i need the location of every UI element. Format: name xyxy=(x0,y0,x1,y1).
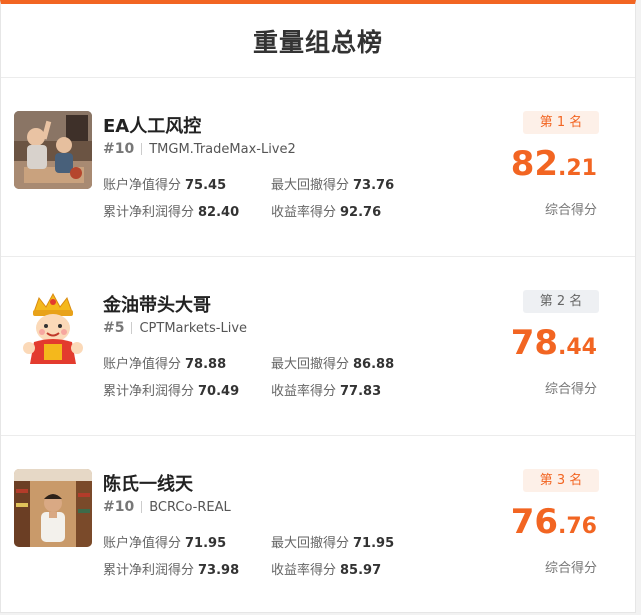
leaderboard-header: 重量组总榜 xyxy=(1,4,635,78)
rank-badge: 第 1 名 xyxy=(523,111,599,134)
trader-name[interactable]: EA人工风控 xyxy=(103,112,201,138)
stat-value: 77.83 xyxy=(340,384,382,399)
score-label: 综合得分 xyxy=(544,203,597,218)
profit-score: 累计净利润得分 73.98 xyxy=(103,559,239,578)
score-integer: 82 xyxy=(510,144,559,184)
score-decimal: 44 xyxy=(566,335,597,360)
trader-meta: #5 CPTMarkets-Live xyxy=(103,320,247,336)
stat-label: 账户净值得分 xyxy=(103,357,182,372)
trader-meta: #10 BCRCo-REAL xyxy=(103,499,231,515)
trader-name[interactable]: 陈氏一线天 xyxy=(103,470,193,496)
rank-badge: 第 2 名 xyxy=(523,290,599,313)
divider xyxy=(141,143,143,155)
profit-score: 累计净利润得分 82.40 xyxy=(103,201,239,220)
stat-label: 账户净值得分 xyxy=(103,178,182,193)
divider xyxy=(141,501,143,513)
stat-label: 最大回撤得分 xyxy=(271,357,350,372)
drawdown-score: 最大回撤得分 71.95 xyxy=(271,532,394,551)
trader-meta: #10 TMGM.TradeMax-Live2 xyxy=(103,141,296,157)
score-label: 综合得分 xyxy=(544,382,597,397)
divider xyxy=(131,322,133,334)
stat-value: 75.45 xyxy=(185,178,227,193)
stat-label: 收益率得分 xyxy=(271,563,337,578)
stat-value: 82.40 xyxy=(198,205,240,220)
return-score: 收益率得分 77.83 xyxy=(271,380,381,399)
list-item[interactable]: 陈氏一线天 #10 BCRCo-REAL 账户净值得分 71.95 最大回撤得分 7… xyxy=(1,436,635,612)
score-label: 综合得分 xyxy=(544,561,597,576)
stat-label: 收益率得分 xyxy=(271,384,337,399)
avatar[interactable] xyxy=(14,111,92,189)
broker-name: BCRCo-REAL xyxy=(149,499,231,515)
list-item[interactable]: 金油带头大哥 #5 CPTMarkets-Live 账户净值得分 78.88 最大… xyxy=(1,257,635,436)
stat-label: 收益率得分 xyxy=(271,205,337,220)
return-score: 收益率得分 85.97 xyxy=(271,559,381,578)
stat-value: 70.49 xyxy=(198,384,240,399)
stat-value: 71.95 xyxy=(185,536,227,551)
equity-score: 账户净值得分 75.45 xyxy=(103,174,226,193)
stat-label: 累计净利润得分 xyxy=(103,563,195,578)
stat-value: 92.76 xyxy=(340,205,382,220)
stat-value: 71.95 xyxy=(353,536,395,551)
stat-label: 最大回撤得分 xyxy=(271,536,350,551)
rank-number: #5 xyxy=(103,320,125,336)
broker-name: CPTMarkets-Live xyxy=(139,320,248,336)
trader-name[interactable]: 金油带头大哥 xyxy=(103,291,211,317)
total-score: 82.21 xyxy=(510,144,597,184)
equity-score: 账户净值得分 71.95 xyxy=(103,532,226,551)
rank-number: #10 xyxy=(103,141,135,157)
rank-number: #10 xyxy=(103,499,135,515)
stat-label: 累计净利润得分 xyxy=(103,205,195,220)
leaderboard-panel: 重量组总榜 EA人工风控 #10 TMGM.TradeMax-Live2 账户净… xyxy=(0,0,636,613)
equity-score: 账户净值得分 78.88 xyxy=(103,353,226,372)
score-integer: 78 xyxy=(510,323,559,363)
stat-value: 73.76 xyxy=(353,178,395,193)
drawdown-score: 最大回撤得分 73.76 xyxy=(271,174,394,193)
total-score: 78.44 xyxy=(510,323,597,363)
avatar[interactable] xyxy=(14,469,92,547)
score-integer: 76 xyxy=(510,502,559,542)
stat-label: 累计净利润得分 xyxy=(103,384,195,399)
return-score: 收益率得分 92.76 xyxy=(271,201,381,220)
profit-score: 累计净利润得分 70.49 xyxy=(103,380,239,399)
stat-value: 85.97 xyxy=(340,563,382,578)
stat-label: 账户净值得分 xyxy=(103,536,182,551)
page-title: 重量组总榜 xyxy=(252,27,383,57)
total-score: 76.76 xyxy=(510,502,597,542)
stat-label: 最大回撤得分 xyxy=(271,178,350,193)
list-item[interactable]: EA人工风控 #10 TMGM.TradeMax-Live2 账户净值得分 75.… xyxy=(1,78,635,257)
stat-value: 73.98 xyxy=(198,563,240,578)
rank-badge: 第 3 名 xyxy=(523,469,599,492)
broker-name: TMGM.TradeMax-Live2 xyxy=(149,141,296,157)
stat-value: 78.88 xyxy=(185,357,227,372)
stat-value: 86.88 xyxy=(353,357,395,372)
drawdown-score: 最大回撤得分 86.88 xyxy=(271,353,394,372)
avatar[interactable] xyxy=(14,290,92,368)
score-decimal: 21 xyxy=(566,156,597,181)
score-decimal: 76 xyxy=(566,514,597,539)
